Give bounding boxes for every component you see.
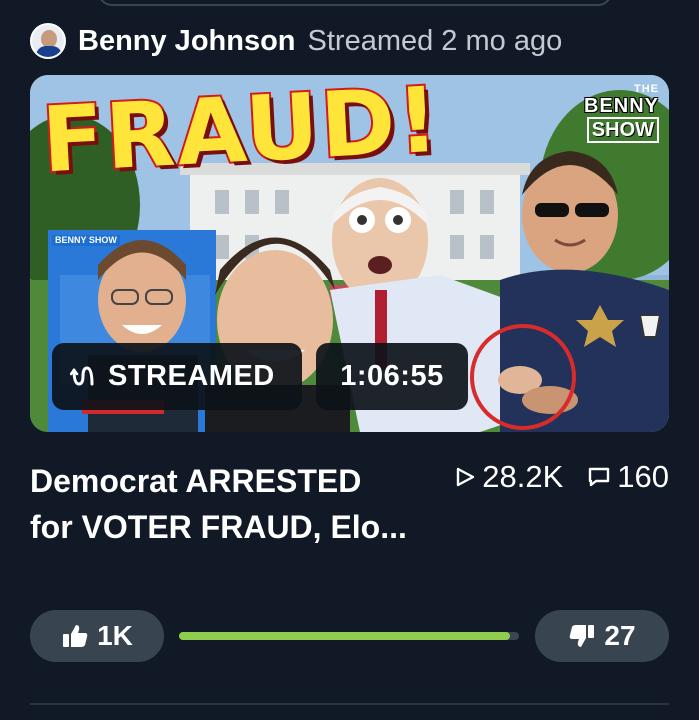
avatar-body [36, 46, 62, 57]
duration-badge: 1:06:55 [316, 343, 468, 410]
brand-the: THE [634, 83, 659, 95]
comment-bubble-icon [589, 467, 610, 487]
dislike-count: 27 [604, 620, 636, 651]
view-count-value: 28.2K [482, 459, 564, 494]
inset-logo: BENNY SHOW [52, 235, 120, 246]
like-count: 1K [97, 620, 133, 651]
like-ratio-bar [179, 632, 519, 640]
channel-avatar[interactable] [30, 23, 66, 59]
like-button[interactable]: 1K [30, 610, 164, 662]
comment-count[interactable]: 160 [587, 459, 669, 495]
brand-show: SHOW [586, 117, 659, 143]
brand-name: BENNY [583, 95, 659, 117]
stream-waves-icon [70, 365, 94, 386]
thumbs-down-icon [570, 625, 595, 647]
view-count: 28.2K [454, 459, 563, 495]
video-stats: 28.2K 160 [454, 458, 669, 496]
duration-label: 1:06:55 [340, 360, 444, 392]
thumbnail-headline: FRAUD! [37, 75, 444, 195]
like-ratio-fill [179, 632, 511, 640]
dislike-button[interactable]: 27 [535, 610, 669, 662]
stream-time: Streamed 2 mo ago [307, 24, 563, 57]
feed-divider [30, 703, 669, 705]
benny-show-logo: THE BENNY SHOW [584, 83, 659, 143]
video-thumbnail[interactable]: FRAUD! THE BENNY SHOW BENNY SHOW STREAME… [30, 75, 669, 432]
channel-row[interactable]: Benny Johnson Streamed 2 mo ago [30, 22, 562, 60]
rating-row: 1K 27 [30, 610, 669, 662]
video-title[interactable]: Democrat ARRESTED for VOTER FRAUD, Elo..… [30, 458, 410, 550]
channel-name[interactable]: Benny Johnson [78, 25, 296, 58]
streamed-badge: STREAMED [52, 343, 302, 410]
streamed-label: STREAMED [108, 360, 275, 392]
comment-count-value: 160 [617, 459, 669, 494]
top-scroll-pill [98, 0, 612, 6]
play-outline-icon [457, 467, 475, 487]
thumbs-up-icon [63, 625, 88, 647]
